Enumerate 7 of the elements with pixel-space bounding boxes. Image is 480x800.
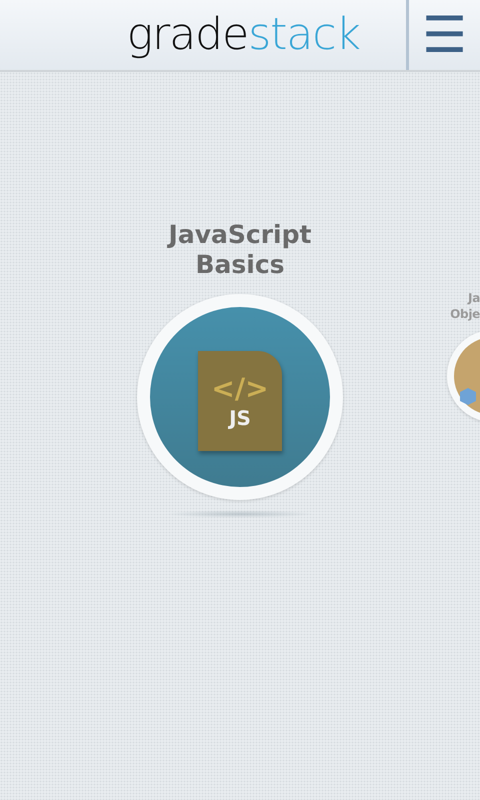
course-button[interactable]: </> JS (137, 294, 343, 500)
course-title[interactable]: Ja Obje (448, 290, 480, 322)
file-icon: </> JS (198, 351, 282, 451)
gradestack-logo: gradestack (126, 8, 361, 62)
cube-icon (458, 386, 478, 406)
course-title[interactable]: JavaScript Basics (168, 220, 312, 280)
menu-button[interactable]: ☰ (406, 0, 480, 70)
